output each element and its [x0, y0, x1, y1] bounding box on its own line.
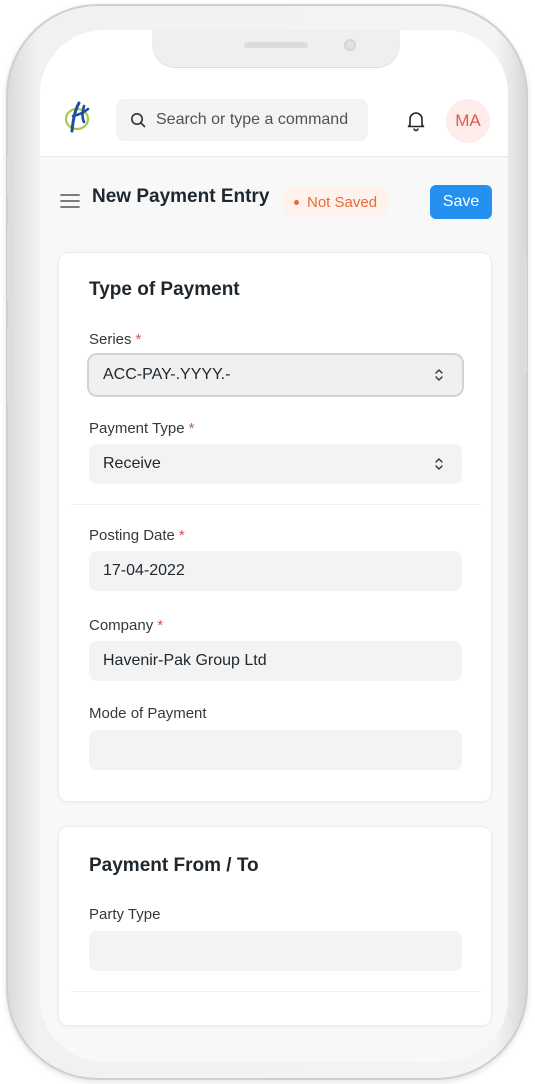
- section-title: Type of Payment: [89, 279, 240, 300]
- front-camera: [344, 39, 356, 51]
- series-label: Series *: [89, 331, 142, 348]
- select-arrows-icon: [435, 458, 443, 470]
- party-type-input[interactable]: [89, 931, 462, 971]
- phone-notch: [152, 30, 400, 68]
- volume-down-button: [7, 326, 13, 404]
- column-divider: [71, 991, 481, 992]
- mute-switch: [7, 154, 13, 196]
- sidebar-toggle-icon[interactable]: [60, 193, 80, 209]
- posting-date-value: 17-04-2022: [103, 562, 185, 579]
- status-dot-icon: [294, 199, 299, 205]
- select-arrows-icon: [435, 369, 443, 381]
- payment-type-select[interactable]: Receive: [89, 444, 462, 484]
- series-select[interactable]: ACC-PAY-.YYYY.-: [89, 355, 462, 395]
- posting-date-label: Posting Date *: [89, 527, 185, 544]
- column-divider: [71, 504, 481, 505]
- save-button[interactable]: Save: [430, 185, 492, 219]
- speaker-grille: [244, 42, 308, 48]
- payment-type-value: Receive: [103, 455, 161, 472]
- posting-date-input[interactable]: 17-04-2022: [89, 551, 462, 591]
- section-title: Payment From / To: [89, 855, 259, 876]
- phone-frame: MA New Payment Entry Not Saved Save Type…: [6, 4, 528, 1080]
- section-type-of-payment: Type of Payment Series * ACC-PAY-.YYYY.- …: [58, 252, 492, 802]
- search-input[interactable]: [156, 111, 352, 129]
- status-badge: Not Saved: [284, 188, 388, 216]
- company-value: Havenir-Pak Group Ltd: [103, 652, 267, 669]
- search-icon: [131, 113, 146, 128]
- search-bar[interactable]: [116, 99, 368, 141]
- phone-screen: MA New Payment Entry Not Saved Save Type…: [40, 30, 508, 1062]
- payment-type-label: Payment Type *: [89, 420, 195, 437]
- volume-up-button: [7, 224, 13, 302]
- app-logo-icon[interactable]: [64, 100, 92, 134]
- user-avatar[interactable]: MA: [446, 99, 490, 143]
- notification-bell-icon[interactable]: [404, 108, 428, 132]
- company-label: Company *: [89, 617, 164, 634]
- party-type-label: Party Type: [89, 906, 161, 923]
- company-input[interactable]: Havenir-Pak Group Ltd: [89, 641, 462, 681]
- series-value: ACC-PAY-.YYYY.-: [103, 366, 231, 383]
- section-payment-from-to: Payment From / To Party Type: [58, 826, 492, 1026]
- mode-of-payment-label: Mode of Payment: [89, 705, 207, 722]
- power-button: [521, 254, 527, 374]
- mode-of-payment-input[interactable]: [89, 730, 462, 770]
- page-title: New Payment Entry: [92, 186, 270, 207]
- status-text: Not Saved: [307, 193, 378, 211]
